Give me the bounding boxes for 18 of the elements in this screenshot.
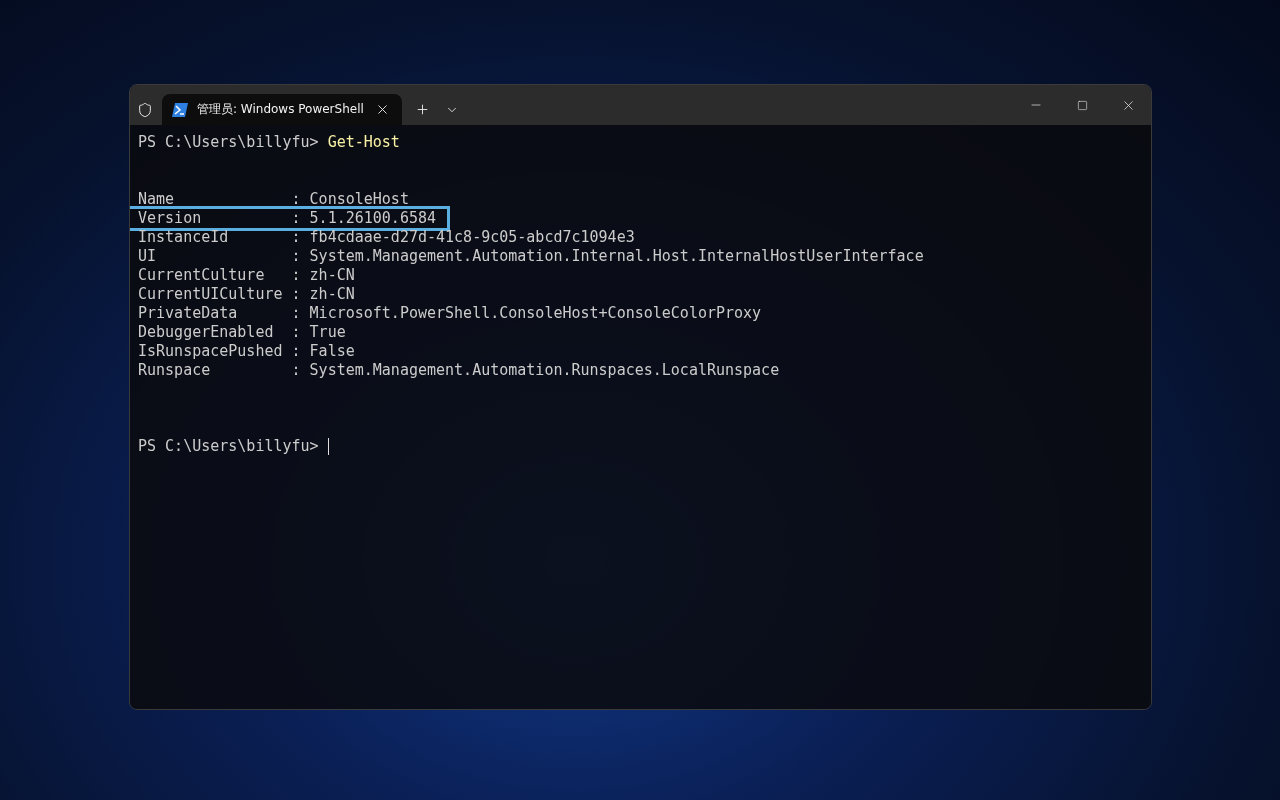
terminal-tab[interactable]: 管理员: Windows PowerShell	[162, 94, 402, 125]
powershell-icon	[172, 102, 188, 117]
maximize-icon	[1076, 99, 1088, 111]
output-line: Version : 5.1.26100.6584	[130, 209, 447, 228]
output-line: Name : ConsoleHost	[138, 190, 409, 209]
prompt-text: PS C:\Users\billyfu>	[138, 133, 319, 151]
text-cursor	[327, 438, 329, 455]
output-line: DebuggerEnabled : True	[138, 323, 346, 342]
output-line: UI : System.Management.Automation.Internal.Host.InternalHostUserInterface	[138, 247, 924, 266]
close-icon[interactable]	[375, 102, 390, 117]
output-line: CurrentCulture : zh-CN	[138, 266, 355, 285]
output-line: Runspace : System.Management.Automation.Runspaces.LocalRunspace	[138, 361, 780, 380]
output-line: IsRunspacePushed : False	[138, 342, 355, 361]
command-text: Get-Host	[327, 133, 400, 151]
output-line: InstanceId : fb4cdaae-d27d-41c8-9c05-abcd7c1094e3	[138, 228, 635, 247]
output-line: CurrentUICulture : zh-CN	[138, 285, 355, 304]
prompt-text: PS C:\Users\billyfu>	[138, 437, 319, 455]
output-line: PrivateData : Microsoft.PowerShell.ConsoleHost+ConsoleColorProxy	[138, 304, 762, 323]
